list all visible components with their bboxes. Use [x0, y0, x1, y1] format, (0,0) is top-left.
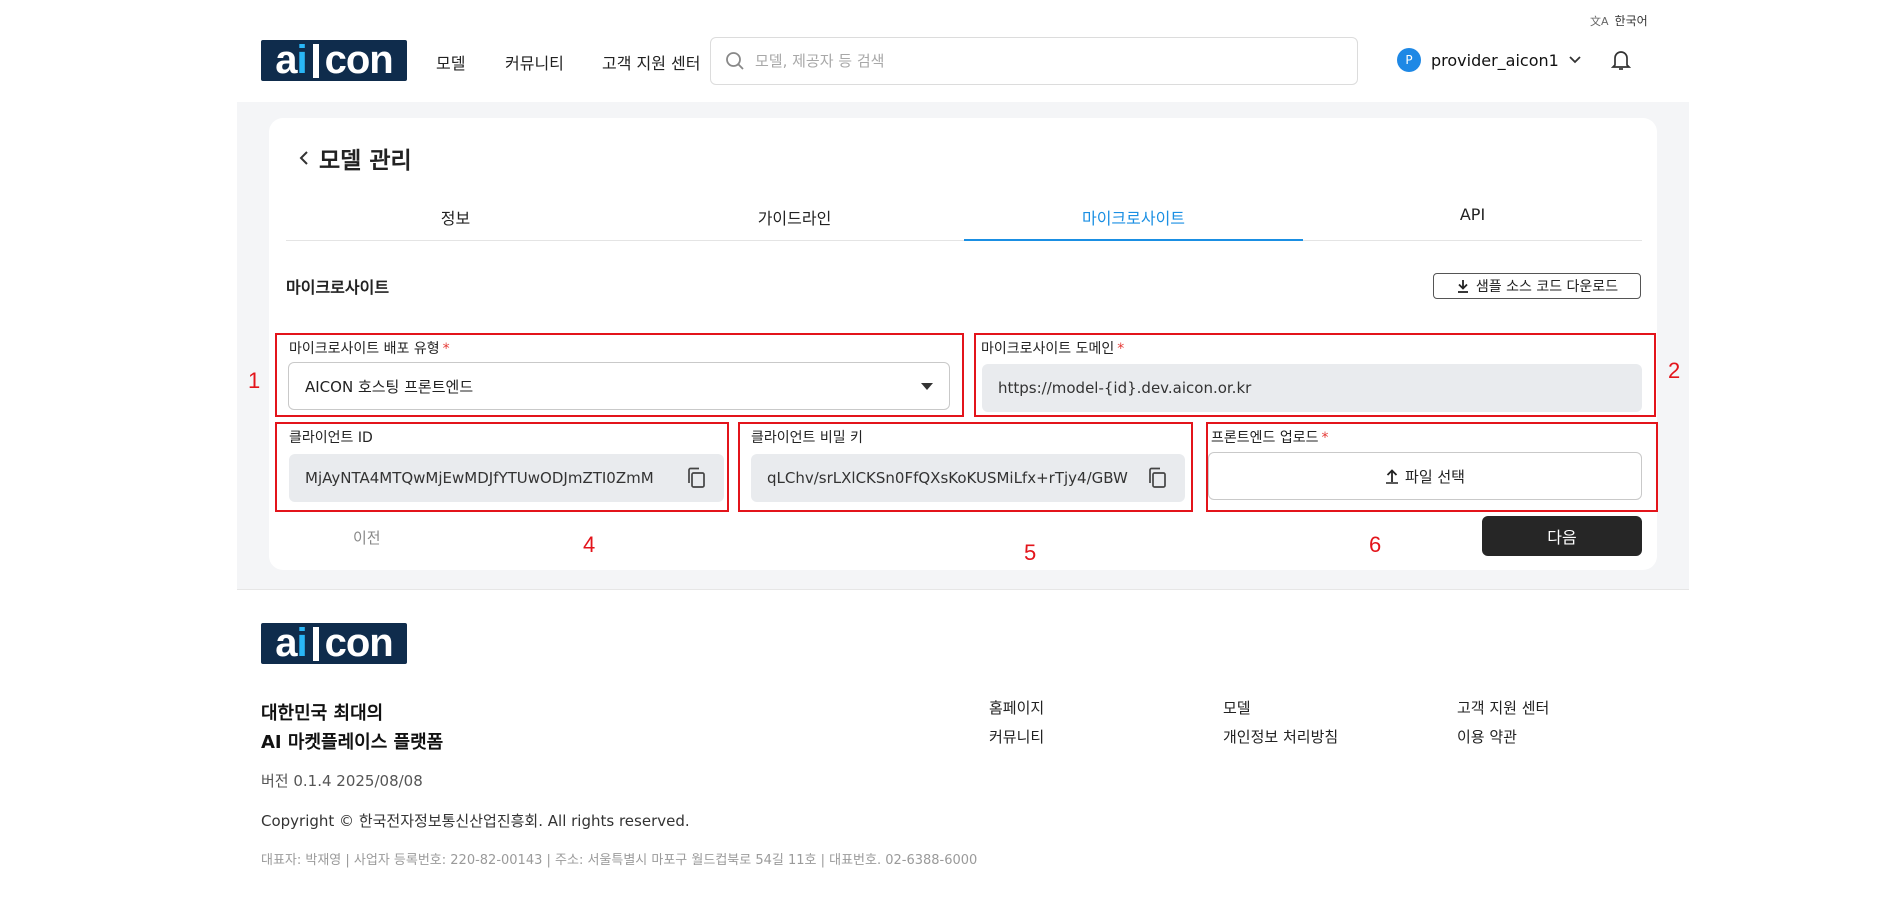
footer-link-terms[interactable]: 이용 약관 [1457, 726, 1517, 747]
footer-divider [237, 589, 1689, 590]
footer-link-home[interactable]: 홈페이지 [989, 697, 1044, 718]
chevron-down-icon [1569, 56, 1581, 64]
header: aicon 모델 커뮤니티 고객 지원 센터 P provider_aicon1 [0, 34, 1900, 102]
footer-company-info: 대표자: 박재영 | 사업자 등록번호: 220-82-00143 | 주소: … [261, 853, 978, 868]
annotation-box-4 [275, 422, 729, 512]
prev-button[interactable]: 이전 [353, 527, 381, 548]
username: provider_aicon1 [1431, 50, 1559, 70]
language-selector[interactable]: 文A 한국어 [1590, 12, 1648, 29]
avatar: P [1397, 48, 1421, 72]
footer-logo: ai con [261, 621, 407, 665]
nav-item-community[interactable]: 커뮤니티 [505, 50, 564, 74]
annotation-box-2 [974, 333, 1656, 417]
search-icon [726, 52, 744, 70]
footer-link-community[interactable]: 커뮤니티 [989, 726, 1044, 747]
page-title: 모델 관리 [299, 141, 412, 175]
section-title: 마이크로사이트 [286, 278, 390, 297]
footer-link-privacy[interactable]: 개인정보 처리방침 [1223, 726, 1338, 747]
download-sample-label: 샘플 소스 코드 다운로드 [1475, 279, 1619, 295]
footer-copyright: Copyright © 한국전자정보통신산업진흥회. All rights re… [261, 812, 690, 830]
nav-item-support[interactable]: 고객 지원 센터 [602, 50, 701, 74]
footer-version: 버전 0.1.4 2025/08/08 [261, 772, 423, 790]
tab-info[interactable]: 정보 [286, 196, 625, 240]
back-chevron-icon[interactable] [299, 150, 309, 166]
annotation-number-2: 2 [1668, 358, 1681, 383]
download-sample-button[interactable]: 샘플 소스 코드 다운로드 [1433, 273, 1641, 299]
search-box[interactable] [710, 37, 1358, 85]
footer-tagline-1: 대한민국 최대의 [261, 703, 384, 724]
annotation-number-4: 4 [583, 532, 596, 557]
logo[interactable]: ai con [261, 38, 407, 82]
bell-icon[interactable] [1611, 49, 1631, 71]
tab-microsite[interactable]: 마이크로사이트 [964, 196, 1303, 241]
language-label: 한국어 [1614, 14, 1648, 28]
annotation-number-1: 1 [248, 368, 261, 393]
next-button[interactable]: 다음 [1482, 516, 1642, 556]
footer-link-support[interactable]: 고객 지원 센터 [1457, 697, 1549, 718]
tab-api[interactable]: API [1303, 196, 1642, 240]
nav-item-models[interactable]: 모델 [436, 50, 465, 74]
annotation-box-1 [275, 333, 964, 417]
user-menu[interactable]: P provider_aicon1 [1397, 48, 1581, 72]
search-input[interactable] [755, 52, 1315, 70]
annotation-number-5: 5 [1024, 540, 1037, 565]
translate-icon: 文A [1590, 14, 1609, 28]
tab-guideline[interactable]: 가이드라인 [625, 196, 964, 240]
annotation-box-6 [1206, 422, 1658, 512]
download-icon [1457, 280, 1468, 293]
page-title-text: 모델 관리 [319, 148, 412, 174]
footer-tagline-2: AI 마켓플레이스 플랫폼 [261, 732, 444, 753]
annotation-box-5 [738, 422, 1193, 512]
footer-link-models[interactable]: 모델 [1223, 697, 1251, 718]
annotation-number-6: 6 [1369, 532, 1382, 557]
tab-bar: 정보 가이드라인 마이크로사이트 API [286, 196, 1642, 241]
